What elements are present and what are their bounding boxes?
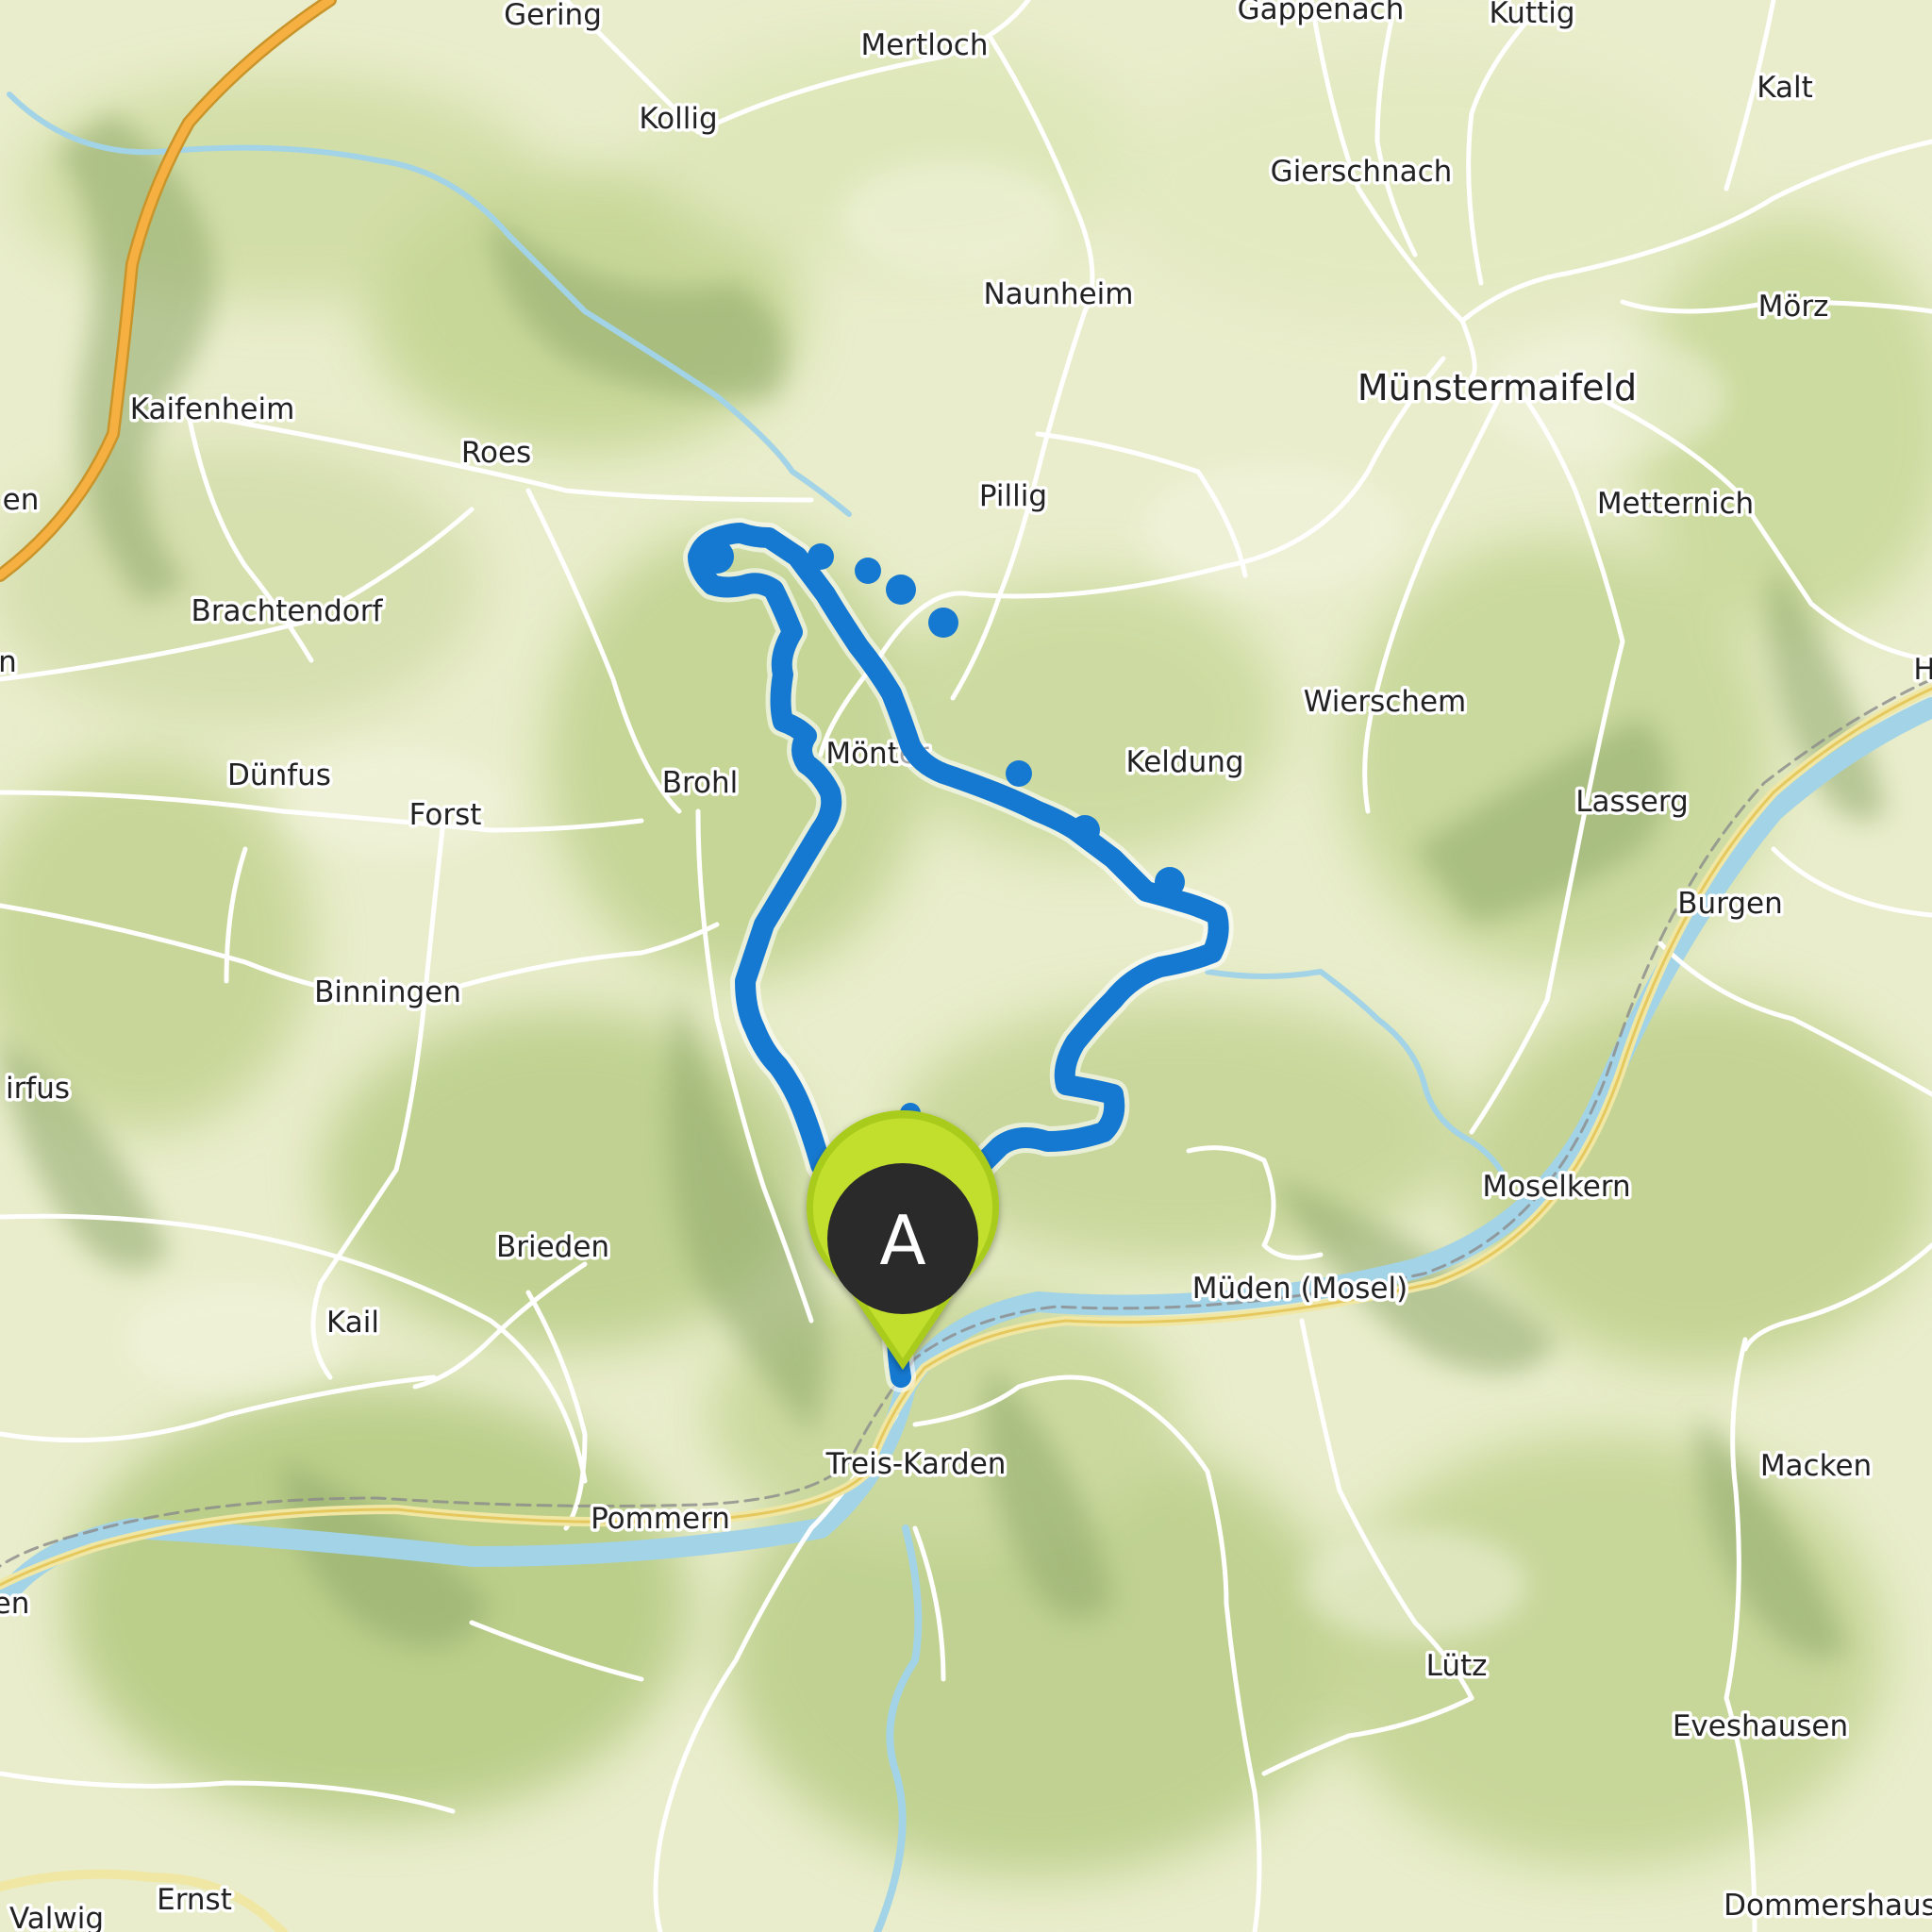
- place-label-kalt: Kalt: [1757, 71, 1813, 105]
- place-label-binningen: Binningen: [314, 975, 461, 1009]
- place-label-lasserg: Lasserg: [1575, 785, 1689, 819]
- place-label-muenstermaifeld: Münstermaifeld: [1357, 367, 1637, 408]
- place-label-brachtendorf: Brachtendorf: [192, 594, 384, 628]
- place-label-luetz: Lütz: [1426, 1649, 1488, 1683]
- place-label-metternich: Metternich: [1597, 487, 1754, 521]
- place-label-h-right: H: [1913, 653, 1932, 687]
- place-label-en-bottom: en: [0, 1587, 29, 1621]
- place-label-zirfus: irfus: [6, 1072, 70, 1106]
- place-label-keldung: Keldung: [1125, 745, 1243, 779]
- place-label-mueden: Müden (Mosel): [1192, 1272, 1407, 1306]
- place-label-duenfus: Dünfus: [227, 758, 331, 792]
- place-label-moerz: Mörz: [1758, 290, 1829, 324]
- place-label-kollig: Kollig: [639, 102, 717, 136]
- place-label-roes: Roes: [461, 436, 531, 470]
- place-label-treis-karden: Treis-Karden: [825, 1447, 1007, 1481]
- place-label-brohl: Brohl: [662, 766, 739, 800]
- place-label-gierschnach: Gierschnach: [1271, 155, 1453, 189]
- place-label-wierschem: Wierschem: [1304, 685, 1467, 719]
- place-label-mertloch: Mertloch: [861, 28, 989, 62]
- place-label-brieden: Brieden: [496, 1230, 609, 1264]
- map-canvas[interactable]: Gering Mertloch Gappenach Kuttig Kollig …: [0, 0, 1932, 1932]
- place-label-pommern: Pommern: [591, 1502, 730, 1536]
- place-label-en-left: en: [3, 483, 40, 517]
- place-label-n-left: n: [0, 645, 17, 679]
- place-label-forst: Forst: [409, 798, 482, 832]
- start-marker-label: A: [879, 1201, 925, 1280]
- place-label-gappenach: Gappenach: [1238, 0, 1405, 26]
- place-label-kuttig: Kuttig: [1489, 0, 1574, 30]
- place-label-burgen: Burgen: [1677, 887, 1783, 921]
- place-label-eveshausen: Eveshausen: [1673, 1709, 1848, 1743]
- place-label-ernst: Ernst: [157, 1883, 232, 1917]
- place-label-kaifenheim: Kaifenheim: [130, 392, 295, 426]
- place-label-macken: Macken: [1760, 1449, 1872, 1483]
- place-label-moselkern: Moselkern: [1482, 1170, 1630, 1204]
- place-label-gering: Gering: [504, 0, 602, 32]
- place-label-kail: Kail: [326, 1306, 379, 1340]
- place-label-valwig: Valwig: [9, 1902, 104, 1932]
- place-label-pillig: Pillig: [979, 479, 1047, 513]
- place-label-dommershausen: Dommershaus: [1724, 1889, 1932, 1923]
- place-label-naunheim: Naunheim: [983, 277, 1133, 311]
